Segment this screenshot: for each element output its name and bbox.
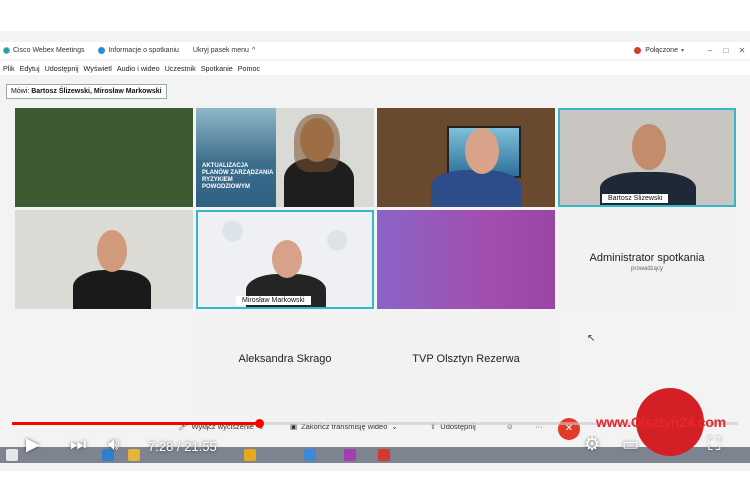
video-tile-3[interactable]	[377, 108, 555, 207]
menu-item-plik[interactable]: Plik	[3, 64, 15, 73]
video-tile-1[interactable]	[15, 108, 193, 207]
menu-item-udostepnij[interactable]: Udostępnij	[45, 64, 79, 73]
video-tile-9[interactable]: Aleksandra Skrago	[196, 312, 374, 411]
participant-name: Aleksandra Skrago	[238, 353, 332, 365]
participant-body	[431, 170, 521, 207]
connection-icon	[634, 47, 642, 54]
menu-item-pomoc[interactable]: Pomoc	[238, 64, 260, 73]
next-icon[interactable]: ⏭︎	[70, 434, 86, 455]
settings-gear-icon[interactable]: ⚙︎	[584, 434, 600, 455]
fullscreen-icon[interactable]: ⛶	[708, 434, 721, 455]
volume-icon[interactable]: 🔊︎	[108, 434, 119, 455]
chevron-up-icon: ^	[251, 47, 256, 54]
connection-status[interactable]: Połączone ▾	[634, 47, 684, 54]
menu-item-audio[interactable]: Audio i wideo	[117, 64, 160, 73]
participant-role: prowadzący	[630, 266, 663, 272]
participant-name: TVP Olsztyn Rezerwa	[412, 353, 520, 365]
banner-image: AKTUALIZACJA PLANÓW ZARZĄDZANIA RYZYKIEM…	[196, 108, 276, 207]
banner-text: AKTUALIZACJA PLANÓW ZARZĄDZANIA RYZYKIEM…	[202, 163, 274, 190]
speaking-label: Mówi:	[11, 88, 30, 95]
active-speaker-indicator: Mówi: Bartosz Ślizewski, Mirosław Markow…	[6, 84, 167, 99]
youtube-controls: ▶ ⏭︎ 🔊︎ 7:28 / 21:55 ⚙︎ ▭ ⛶	[0, 432, 750, 460]
participant-head	[632, 124, 666, 170]
video-tile-6[interactable]: Mirosław Markowski	[196, 210, 374, 309]
app-name: Cisco Webex Meetings	[13, 47, 85, 54]
video-tile-5[interactable]	[15, 210, 193, 309]
speaking-names: Bartosz Ślizewski, Mirosław Markowski	[31, 88, 162, 95]
participant-body	[73, 270, 151, 309]
app-title: Cisco Webex Meetings	[3, 47, 84, 54]
menu-item-wyswietl[interactable]: Wyświetl	[84, 64, 112, 73]
progress-scrubber[interactable]	[255, 419, 264, 428]
close-button[interactable]: ✕	[734, 46, 750, 55]
time-display: 7:28 / 21:55	[148, 439, 217, 454]
connection-dropdown-icon: ▾	[680, 48, 684, 54]
info-icon	[98, 47, 106, 54]
menu-item-uczestnik[interactable]: Uczestnik	[165, 64, 196, 73]
hide-menu-label: Ukryj pasek menu	[192, 47, 249, 54]
miniplayer-icon[interactable]: ▭	[622, 434, 639, 455]
participant-head	[97, 230, 127, 272]
webex-title-bar: Cisco Webex Meetings Informacje o spotka…	[0, 42, 750, 59]
menu-bar: Plik Edytuj Udostępnij Wyświetl Audio i …	[0, 61, 750, 75]
watermark-text: www.Olsztyn24.com	[596, 414, 726, 430]
video-tile-4[interactable]: Bartosz Ślizewski	[558, 108, 736, 207]
participant-head	[272, 240, 302, 278]
connection-label: Połączone	[645, 47, 678, 54]
meeting-info-label: Informacje o spotkaniu	[108, 47, 179, 54]
participant-hair	[294, 114, 340, 172]
video-tile-7[interactable]	[377, 210, 555, 309]
hide-menu-button[interactable]: Ukryj pasek menu ^	[193, 47, 255, 54]
participant-head	[465, 128, 499, 174]
minimize-button[interactable]: –	[702, 46, 718, 55]
webex-logo-icon	[3, 47, 10, 54]
video-tile-10[interactable]: TVP Olsztyn Rezerwa	[377, 312, 555, 411]
menu-item-spotkanie[interactable]: Spotkanie	[201, 64, 233, 73]
video-tile-2[interactable]: AKTUALIZACJA PLANÓW ZARZĄDZANIA RYZYKIEM…	[196, 108, 374, 207]
mouse-cursor-icon: ↖	[587, 333, 596, 344]
progress-played	[12, 422, 259, 425]
restore-button[interactable]: □	[718, 46, 734, 55]
menu-item-edytuj[interactable]: Edytuj	[20, 64, 40, 73]
play-icon[interactable]: ▶	[26, 434, 40, 455]
video-tile-8[interactable]: Administrator spotkania prowadzący	[558, 210, 736, 309]
meeting-info-button[interactable]: Informacje o spotkaniu	[98, 47, 179, 54]
participant-name: Administrator spotkania	[589, 252, 705, 264]
participant-name-tag: Bartosz Ślizewski	[602, 194, 669, 203]
participant-name-tag: Mirosław Markowski	[236, 296, 311, 305]
